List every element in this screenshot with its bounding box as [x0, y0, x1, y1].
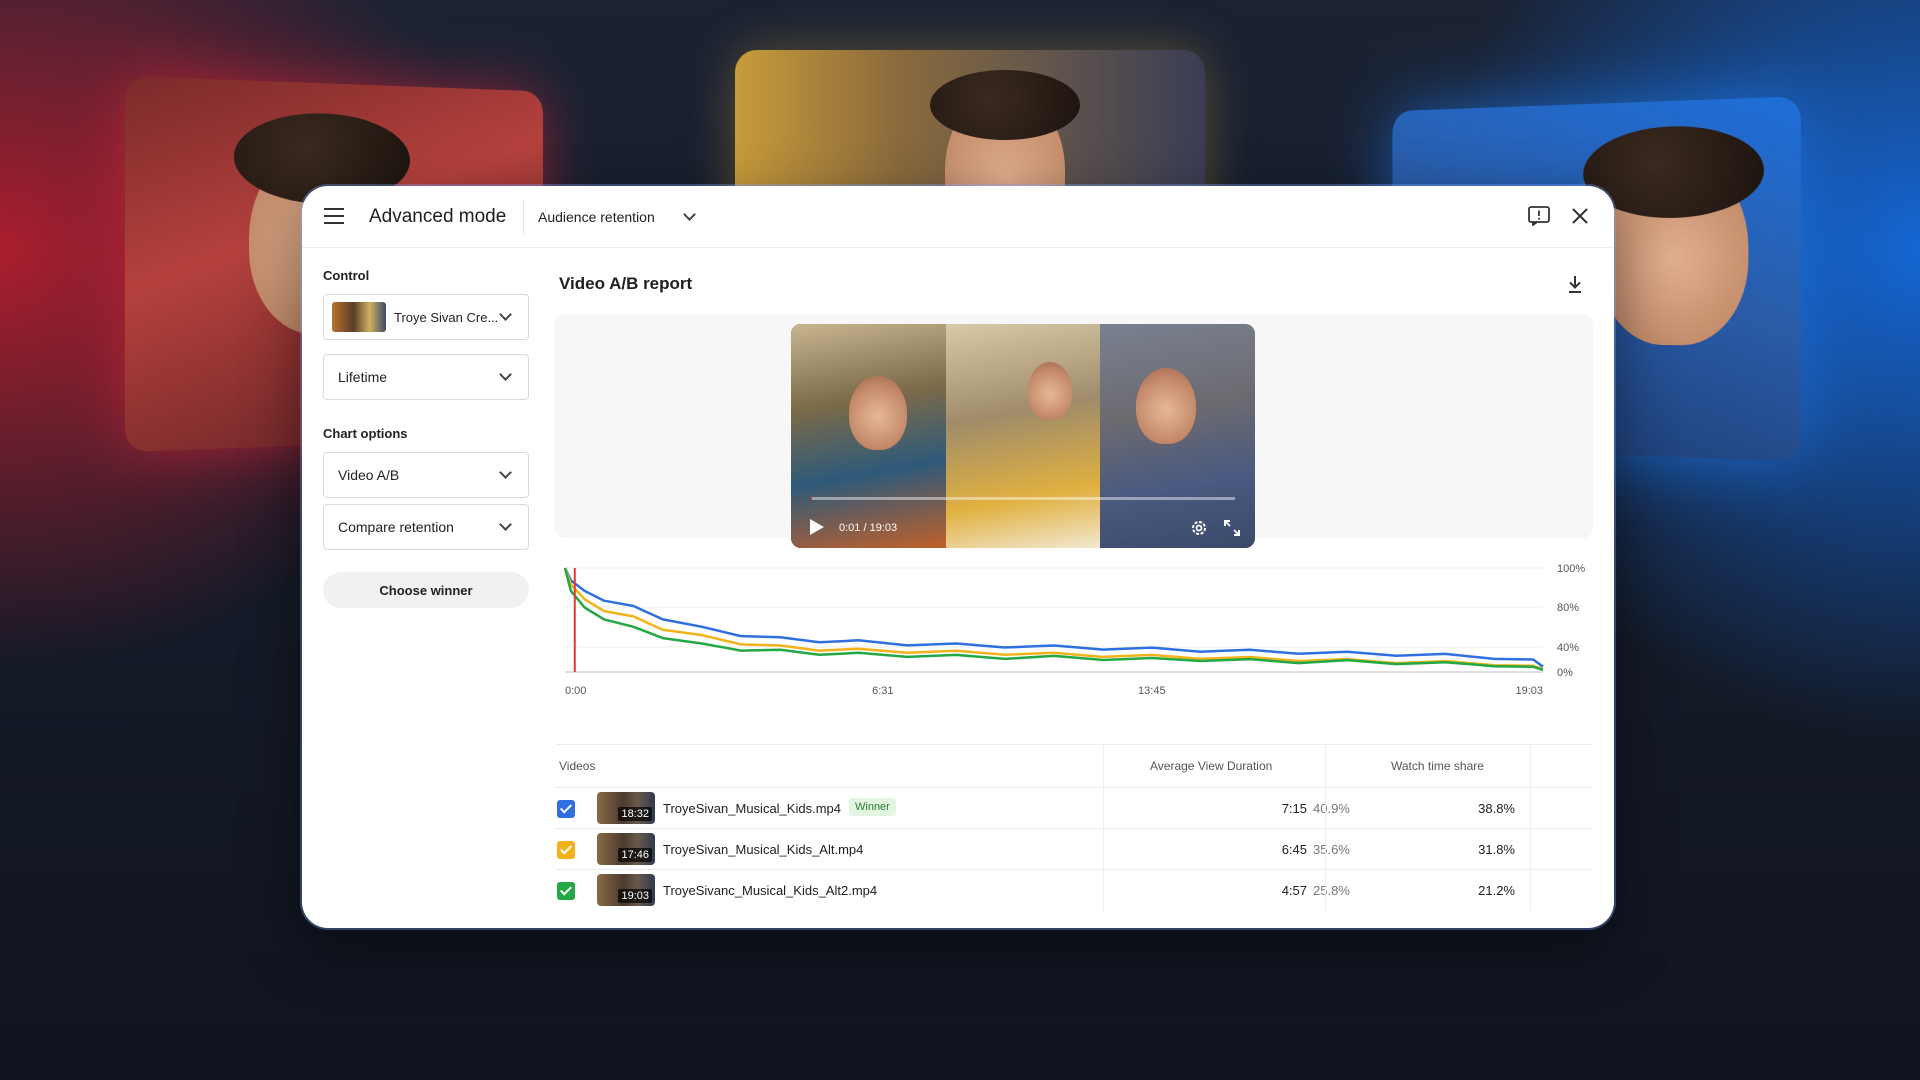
avd-percent: 40.9%	[1313, 801, 1350, 816]
play-icon[interactable]	[809, 518, 825, 536]
y-tick-label: 40%	[1557, 642, 1579, 654]
videos-table: Videos Average View Duration Watch time …	[555, 744, 1593, 911]
x-tick-label: 6:31	[872, 685, 893, 697]
column-divider	[1530, 745, 1531, 787]
column-divider	[1530, 829, 1531, 869]
feedback-icon[interactable]	[1528, 206, 1550, 226]
table-row[interactable]: 19:03 TroyeSivanc_Musical_Kids_Alt2.mp4 …	[555, 870, 1593, 911]
report-type-select[interactable]: Audience retention	[538, 204, 694, 230]
watch-time-share: 31.8%	[1425, 842, 1515, 857]
video-name[interactable]: TroyeSivanc_Musical_Kids_Alt2.mp4	[663, 883, 877, 898]
video-frame-a	[791, 324, 946, 548]
column-divider	[1103, 745, 1104, 787]
video-name[interactable]: TroyeSivan_Musical_Kids.mp4	[663, 801, 841, 816]
report-type-label: Audience retention	[538, 209, 655, 225]
period-select[interactable]: Lifetime	[323, 354, 529, 400]
retention-chart[interactable]: 100% 80% 40% 0% 0:00 6:31 13:45 19:03	[555, 562, 1605, 712]
header-videos: Videos	[559, 759, 595, 773]
metric-label: Compare retention	[338, 519, 501, 535]
column-divider	[1325, 788, 1326, 828]
chevron-down-icon	[683, 208, 696, 221]
video-thumbnail: 17:46	[597, 833, 655, 865]
row-checkbox[interactable]	[557, 882, 575, 900]
control-video-thumbnail	[332, 302, 386, 332]
control-video-select[interactable]: Troye Sivan Cre...	[323, 294, 529, 340]
video-thumbnail: 18:32	[597, 792, 655, 824]
table-row[interactable]: 17:46 TroyeSivan_Musical_Kids_Alt.mp4 6:…	[555, 829, 1593, 870]
series-line-2	[565, 568, 1543, 669]
avd-percent: 35.6%	[1313, 842, 1350, 857]
header-watch-time-share[interactable]: Watch time share	[1391, 759, 1484, 773]
table-row[interactable]: 18:32 TroyeSivan_Musical_Kids.mp4 7:15 4…	[555, 788, 1593, 829]
top-bar: Advanced mode Audience retention	[302, 186, 1614, 248]
menu-icon[interactable]	[324, 208, 344, 224]
watch-time-share: 38.8%	[1425, 801, 1515, 816]
column-divider	[1325, 870, 1326, 911]
table-header: Videos Average View Duration Watch time …	[555, 744, 1593, 788]
download-icon[interactable]	[1566, 274, 1584, 294]
chevron-down-icon	[499, 518, 512, 531]
video-preview-area: 0:01 / 19:03	[555, 314, 1593, 538]
avd-time: 7:15	[1267, 801, 1307, 816]
avd-percent: 25.8%	[1313, 883, 1350, 898]
avd-time: 4:57	[1267, 883, 1307, 898]
watch-time-share: 21.2%	[1425, 883, 1515, 898]
x-tick-label: 19:03	[1515, 685, 1543, 697]
row-checkbox[interactable]	[557, 841, 575, 859]
row-checkbox[interactable]	[557, 800, 575, 818]
column-divider	[1325, 829, 1326, 869]
close-icon[interactable]	[1570, 206, 1590, 226]
video-name[interactable]: TroyeSivan_Musical_Kids_Alt.mp4	[663, 842, 863, 857]
avd-time: 6:45	[1267, 842, 1307, 857]
video-scrubber[interactable]	[811, 497, 1235, 500]
video-frame-b	[946, 324, 1100, 548]
app-title: Advanced mode	[369, 206, 506, 228]
column-divider	[1103, 829, 1104, 869]
chart-type-select[interactable]: Video A/B	[323, 452, 529, 498]
y-tick-label: 100%	[1557, 563, 1585, 575]
y-tick-label: 0%	[1557, 667, 1573, 679]
winner-badge: Winner	[849, 798, 896, 816]
choose-winner-button[interactable]: Choose winner	[323, 572, 529, 608]
video-player[interactable]: 0:01 / 19:03	[791, 324, 1255, 548]
column-divider	[1325, 745, 1326, 787]
chart-type-label: Video A/B	[338, 467, 501, 483]
header-avd[interactable]: Average View Duration	[1150, 759, 1272, 773]
control-video-label: Troye Sivan Cre...	[394, 310, 501, 325]
advanced-mode-panel: Advanced mode Audience retention Control…	[302, 186, 1614, 928]
video-frame-c	[1100, 324, 1255, 548]
column-divider	[1530, 870, 1531, 911]
x-tick-label: 0:00	[565, 685, 586, 697]
video-thumbnail: 19:03	[597, 874, 655, 906]
chevron-down-icon	[499, 368, 512, 381]
video-duration: 19:03	[618, 889, 652, 903]
column-divider	[1530, 788, 1531, 828]
chevron-down-icon	[499, 308, 512, 321]
column-divider	[1103, 788, 1104, 828]
y-tick-label: 80%	[1557, 602, 1579, 614]
period-label: Lifetime	[338, 369, 501, 385]
report-title: Video A/B report	[559, 274, 692, 294]
x-tick-label: 13:45	[1138, 685, 1166, 697]
chevron-down-icon	[499, 466, 512, 479]
column-divider	[1103, 870, 1104, 911]
video-duration: 18:32	[618, 807, 652, 821]
gear-icon[interactable]	[1189, 518, 1209, 538]
chart-options-label: Chart options	[323, 426, 408, 441]
video-time: 0:01 / 19:03	[839, 522, 897, 534]
fullscreen-icon[interactable]	[1223, 519, 1241, 537]
metric-select[interactable]: Compare retention	[323, 504, 529, 550]
header-divider	[523, 200, 524, 234]
video-duration: 17:46	[618, 848, 652, 862]
control-label: Control	[323, 268, 369, 283]
